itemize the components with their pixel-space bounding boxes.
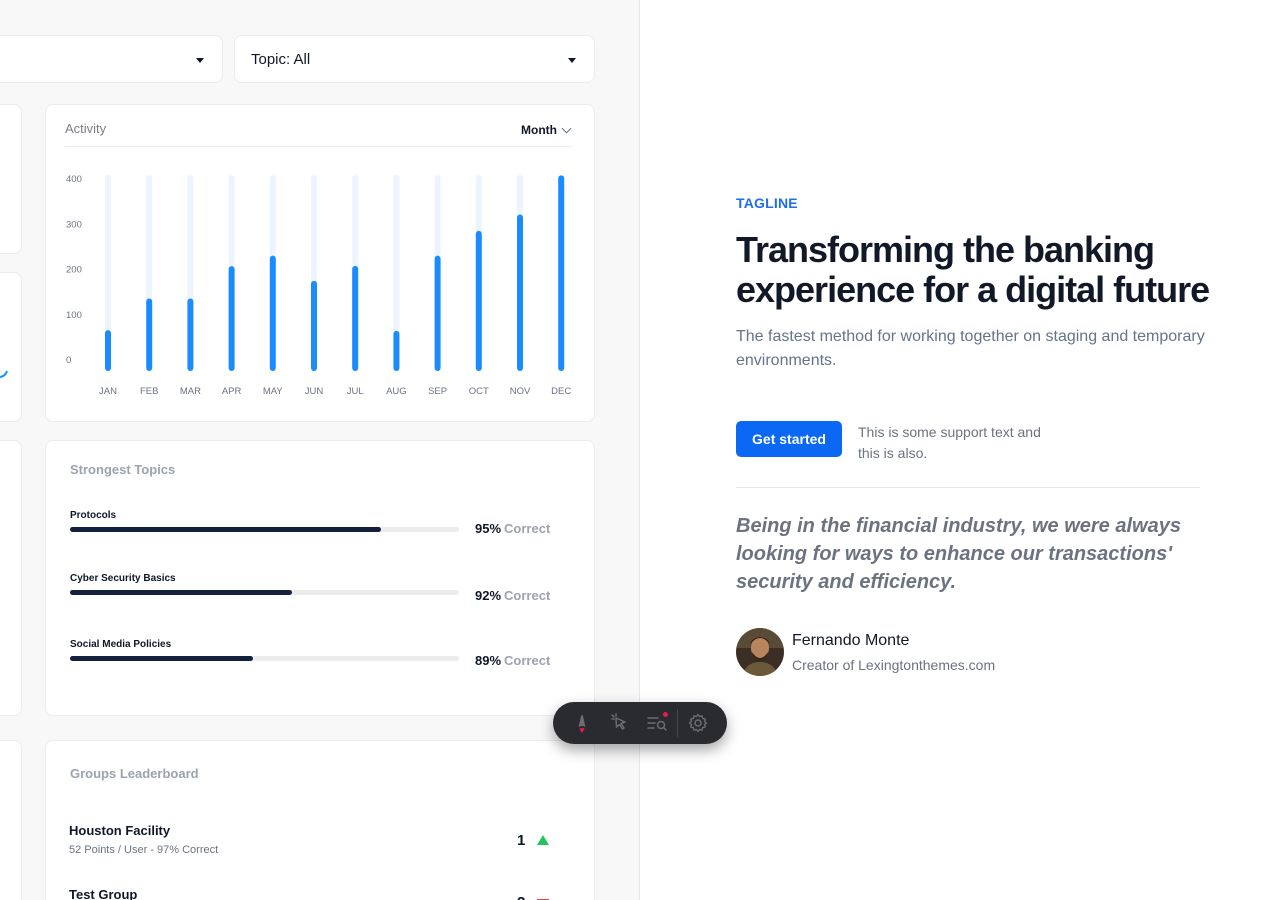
author-role: Creator of Lexingtonthemes.com <box>792 657 996 673</box>
topic-row: Social Media Policies 89% Correct <box>70 639 560 679</box>
bar-may[interactable] <box>269 255 276 371</box>
y-tick-label: 400 <box>66 174 82 185</box>
x-tick-label: OCT <box>469 386 489 397</box>
dev-toolbar <box>553 702 727 744</box>
support-text: This is some support text and this is al… <box>858 424 1041 461</box>
get-started-button[interactable]: Get started <box>736 421 842 457</box>
y-tick-label: 100 <box>66 310 82 321</box>
astro-logo-button[interactable] <box>563 702 601 744</box>
topic-progress-fill <box>70 527 382 532</box>
avatar <box>736 628 784 676</box>
x-tick-label: JAN <box>99 386 117 397</box>
bar-jan[interactable] <box>105 330 111 371</box>
topic-correct-label: Correct <box>504 653 551 668</box>
topic-row: Protocols 95% Correct <box>70 510 560 550</box>
author-avatar-image <box>736 628 784 676</box>
leaderboard-card: Groups Leaderboard Houston Facility 52 P… <box>45 740 595 900</box>
y-tick-label: 300 <box>66 219 82 230</box>
topic-name: Social Media Policies <box>70 639 172 650</box>
dashboard-panel: Topic: All Activity Month 0 100 200 300 400 J… <box>0 0 640 900</box>
x-tick-label: AUG <box>386 386 407 397</box>
group-stats: 52 Points / User - 97% Correct <box>69 844 219 856</box>
cursor-select-icon <box>610 713 626 730</box>
trend-up-icon <box>537 835 549 845</box>
hero-headline: Transforming the banking experience for … <box>736 229 1210 310</box>
leaderboard-row[interactable]: Houston Facility 52 Points / User - 97% … <box>69 823 559 856</box>
topic-progress-fill <box>70 590 292 595</box>
y-tick-label: 0 <box>66 355 71 366</box>
x-tick-label: JUN <box>305 386 324 397</box>
group-rank: 2 <box>517 894 525 900</box>
hero-divider <box>736 487 1200 488</box>
group-name: Houston Facility <box>69 823 171 838</box>
audit-button[interactable] <box>639 702 677 744</box>
toolbar-divider <box>677 709 679 737</box>
bar-mar[interactable] <box>187 298 194 371</box>
inspect-button[interactable] <box>601 702 639 744</box>
x-tick-label: JUL <box>347 386 364 397</box>
x-tick-label: NOV <box>510 386 531 397</box>
topic-progress-track <box>70 590 459 595</box>
x-tick-label: SEP <box>428 386 447 397</box>
activity-card: Activity Month 0 100 200 300 400 JAN FEB MAR APR… <box>45 104 595 422</box>
topic-percent: 95% <box>475 521 502 536</box>
x-tick-label: MAY <box>263 386 284 397</box>
topic-name: Cyber Security Basics <box>70 573 176 584</box>
topic-score: 89% Correct <box>475 653 550 668</box>
bar-feb[interactable] <box>146 298 153 371</box>
topic-progress-track <box>70 656 459 661</box>
settings-gear-icon <box>688 713 708 733</box>
topic-select[interactable]: Topic: All <box>234 35 595 83</box>
topic-progress-track <box>70 527 459 532</box>
y-tick-label: 200 <box>66 265 82 276</box>
x-tick-label: APR <box>222 386 242 397</box>
chevron-down-icon <box>568 58 576 63</box>
testimonial-quote: Being in the financial industry, we were… <box>736 515 1181 593</box>
bar-nov[interactable] <box>517 214 523 371</box>
author-name: Fernando Monte <box>792 632 910 649</box>
astro-logo-icon <box>578 715 586 733</box>
bar-dec[interactable] <box>558 175 565 371</box>
bar-sep[interactable] <box>434 255 441 371</box>
x-tick-label: MAR <box>180 386 201 397</box>
summary-card <box>0 104 22 254</box>
topic-score: 92% Correct <box>475 588 550 603</box>
topic-correct-label: Correct <box>504 588 551 603</box>
bar-jun[interactable] <box>311 280 317 371</box>
bar-apr[interactable] <box>228 266 235 371</box>
topic-name: Protocols <box>70 510 117 521</box>
chevron-down-icon <box>196 58 204 63</box>
hero-subtitle: The fastest method for working together … <box>736 328 1205 369</box>
topic-percent: 92% <box>475 588 502 603</box>
tagline: TAGLINE <box>736 195 798 211</box>
settings-button[interactable] <box>679 702 717 744</box>
bar-oct[interactable] <box>475 230 482 371</box>
group-select[interactable] <box>0 35 223 83</box>
group-name: Test Group <box>69 887 138 900</box>
strongest-topics-card: Strongest Topics Protocols 95% Correct Cy… <box>45 440 595 716</box>
leaderboard-row[interactable]: Test Group 2 <box>69 887 559 900</box>
activity-chart: 0 100 200 300 400 JAN FEB MAR APR MAY JUN JUL AUG SEP… <box>66 174 571 397</box>
topic-score: 95% Correct <box>475 521 550 536</box>
topic-percent: 89% <box>475 653 502 668</box>
group-rank: 1 <box>517 832 526 849</box>
bar-aug[interactable] <box>393 330 400 371</box>
topic-correct-label: Correct <box>504 521 551 536</box>
side-card <box>0 440 22 716</box>
trend-line-fragment <box>0 370 8 378</box>
strongest-topics-title: Strongest Topics <box>70 462 176 477</box>
side-card-bottom <box>0 740 22 900</box>
topic-select-value: Topic: All <box>251 50 311 68</box>
x-tick-label: DEC <box>551 386 571 397</box>
x-tick-label: FEB <box>140 386 158 397</box>
topic-progress-fill <box>70 656 253 661</box>
trend-card <box>0 272 22 422</box>
topic-row: Cyber Security Basics 92% Correct <box>70 573 560 613</box>
leaderboard-title: Groups Leaderboard <box>70 766 199 781</box>
bar-jul[interactable] <box>352 265 359 371</box>
